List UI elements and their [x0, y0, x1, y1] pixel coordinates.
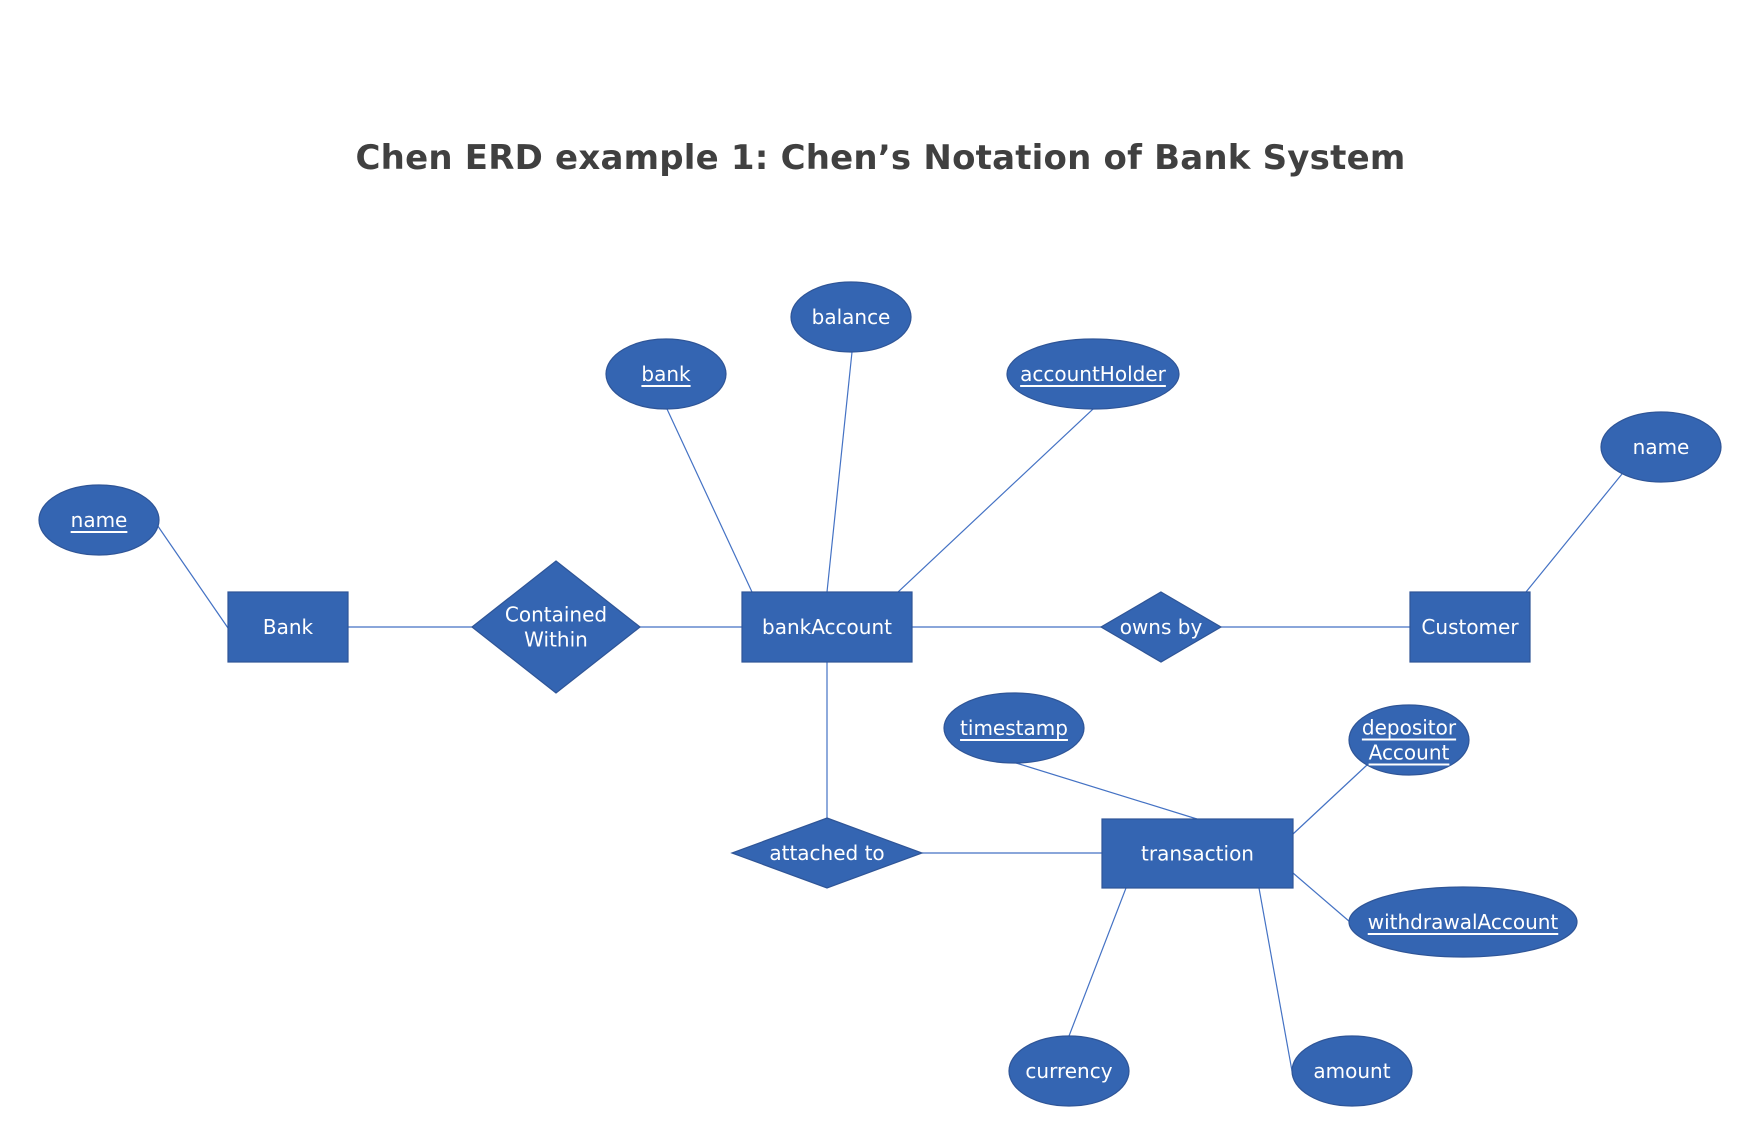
attribute-customerName[interactable]: name: [1600, 411, 1722, 483]
entity-bank[interactable]: Bank: [227, 591, 349, 663]
entity-label: transaction: [1141, 842, 1254, 866]
entity-label: Bank: [263, 615, 314, 639]
shape-label: name: [1633, 435, 1690, 459]
shape-label: amount: [1313, 1059, 1390, 1083]
shape-label: currency: [1025, 1059, 1112, 1083]
shape-label: name: [71, 508, 128, 532]
connector-attr-acctBank: [666, 408, 753, 593]
shape-label: attached to: [769, 841, 884, 865]
shape-label: Account: [1369, 741, 1450, 765]
shape-label: Within: [524, 628, 588, 652]
connector-attr-currency: [1068, 887, 1127, 1037]
connector-attr-bankName: [157, 525, 229, 629]
attribute-timestamp[interactable]: timestamp: [943, 692, 1085, 764]
connector-attr-depositorAccount: [1292, 764, 1368, 835]
shape-label: owns by: [1120, 615, 1203, 639]
attribute-balance[interactable]: balance: [790, 281, 912, 353]
connector-attr-amount: [1258, 887, 1293, 1072]
relationship-ownsBy[interactable]: owns by: [1099, 591, 1223, 663]
attribute-bankName[interactable]: name: [38, 484, 160, 556]
shape-label: timestamp: [960, 716, 1068, 740]
relationship-attachedTo[interactable]: attached to: [730, 817, 924, 889]
shape-label: balance: [812, 305, 891, 329]
entity-customer[interactable]: Customer: [1409, 591, 1531, 663]
connector-attr-withdrawalAccount: [1292, 872, 1351, 923]
nodes: Bank bankAccount CustomertransactionContai…: [38, 281, 1722, 1107]
connector-attr-timestamp: [1015, 762, 1198, 820]
attribute-currency[interactable]: currency: [1008, 1035, 1130, 1107]
erd-canvas: Bank bankAccount CustomertransactionContai…: [38, 281, 1722, 1107]
shape-label: accountHolder: [1020, 362, 1167, 386]
shape-label: depositor: [1362, 716, 1457, 740]
attribute-withdrawalAccount[interactable]: withdrawalAccount: [1348, 886, 1578, 958]
attribute-accountHolder[interactable]: accountHolder: [1006, 338, 1180, 410]
connector-attr-customerName: [1525, 473, 1623, 593]
connector-attr-accountHolder: [897, 408, 1094, 593]
entity-label: bankAccount: [762, 615, 892, 639]
entity-bankAccount[interactable]: bankAccount: [741, 591, 913, 663]
entity-label: Customer: [1421, 615, 1519, 639]
shape-label: Contained: [505, 603, 607, 627]
attribute-acctBank[interactable]: bank: [605, 338, 727, 410]
attribute-depositorAccount[interactable]: depositorAccount: [1348, 704, 1470, 776]
connector-attr-balance: [826, 351, 853, 593]
entity-transaction[interactable]: transaction: [1101, 818, 1294, 889]
shape-label: withdrawalAccount: [1368, 910, 1559, 934]
attribute-amount[interactable]: amount: [1291, 1035, 1413, 1107]
relationship-containedWithin[interactable]: ContainedWithin: [471, 560, 641, 694]
shape-label: bank: [641, 362, 691, 386]
